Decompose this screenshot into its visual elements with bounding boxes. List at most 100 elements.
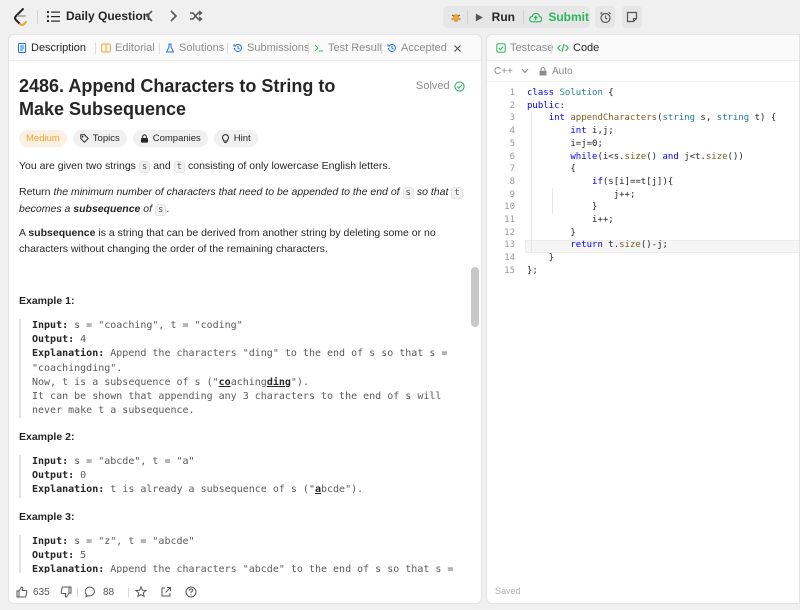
output-label: Output: (32, 550, 75, 562)
history-icon (233, 43, 242, 52)
code-line[interactable]: 1 class Solution { (487, 87, 799, 100)
problem-list-icon[interactable] (47, 10, 60, 23)
explanation-text: Append the characters "ding" to the end … (104, 348, 448, 360)
tab-accepted[interactable]: Accepted (387, 35, 462, 61)
flask-icon (165, 43, 175, 53)
tab-solutions[interactable]: Solutions (165, 35, 224, 61)
language-select[interactable]: C++ (494, 66, 529, 77)
code-line[interactable]: 7 { (487, 163, 799, 176)
auto-mode-toggle[interactable]: Auto (539, 66, 573, 77)
code-line[interactable]: 15}; (487, 265, 799, 278)
run-button[interactable]: Run (475, 6, 515, 28)
debug-button[interactable] (447, 6, 465, 28)
input-label: Input: (32, 320, 69, 331)
scrollbar-thumb[interactable] (471, 267, 479, 327)
help-button[interactable] (185, 584, 197, 600)
editor-toolbar: C++ Auto (487, 62, 799, 82)
right-tab-bar: Testcase Code (487, 35, 799, 61)
saved-status: Saved (495, 586, 521, 596)
solved-status: Solved (416, 80, 465, 92)
divider (381, 43, 382, 54)
play-icon (475, 13, 483, 21)
code-line[interactable]: 9 j++; (487, 189, 799, 202)
input-label: Input: (32, 456, 69, 467)
comment-icon (85, 586, 95, 598)
chevron-down-icon (521, 68, 529, 74)
code-text: while(i<s.size() and j<t.size()) (570, 151, 744, 162)
line-number: 7 (509, 164, 515, 175)
output-label: Output: (32, 334, 75, 346)
favorite-button[interactable] (135, 584, 147, 600)
italic-text: so that (413, 186, 452, 198)
divider (308, 43, 309, 54)
description-footer: 635 88 (9, 580, 481, 603)
explanation-text: never make t a subsequence. (32, 405, 195, 417)
dislike-button[interactable] (60, 584, 72, 600)
code-line[interactable]: 3 int appendCharacters(string s, string … (487, 112, 799, 125)
tab-description[interactable]: Description (17, 35, 86, 61)
tab-editorial[interactable]: Editorial (101, 35, 155, 61)
tab-code[interactable]: Code (557, 35, 599, 61)
chevron-left-icon (145, 10, 153, 22)
example-3-title: Example 3: (19, 511, 75, 523)
tab-test-result[interactable]: Test Result (314, 35, 382, 61)
input-value: s = "z", t = "abcde" (68, 536, 195, 547)
tab-submissions[interactable]: Submissions (233, 35, 309, 61)
like-button[interactable]: 635 (16, 584, 50, 600)
tab-code-label: Code (573, 42, 600, 54)
notes-button[interactable] (622, 6, 642, 28)
companies-chip[interactable]: Companies (132, 130, 208, 147)
hint-chip[interactable]: Hint (213, 130, 258, 147)
tab-testcase[interactable]: Testcase (496, 35, 553, 61)
divider (227, 43, 228, 54)
code-line[interactable]: 4 int i,j; (487, 125, 799, 138)
italic-text: becomes a (19, 202, 74, 215)
code-line[interactable]: 8 if(s[i]==t[j]){ (487, 176, 799, 189)
italic-text: the minimum number of characters that ne… (53, 186, 403, 198)
code-brackets-icon (557, 43, 569, 53)
code-text: int appendCharacters(string s, string t)… (548, 113, 777, 124)
lock-icon (539, 67, 547, 76)
comments-button[interactable]: 88 (85, 584, 114, 600)
share-button[interactable] (160, 584, 172, 600)
tab-description-label: Description (31, 42, 87, 54)
left-tab-bar: Description Editorial Solutions Submissi… (9, 35, 481, 61)
text: A (19, 227, 29, 239)
tab-submissions-label: Submissions (247, 42, 310, 54)
divider (95, 43, 96, 54)
book-icon (101, 43, 111, 53)
close-icon[interactable] (453, 44, 462, 53)
code-line[interactable]: 5 i=j=0; (487, 138, 799, 151)
submit-button[interactable]: Submit (529, 6, 589, 28)
random-problem-button[interactable] (188, 8, 204, 24)
daily-question-label[interactable]: Daily Question (66, 9, 150, 23)
code-text: j++; (527, 189, 636, 200)
hint-label: Hint (233, 133, 251, 144)
prev-problem-button[interactable] (142, 8, 158, 24)
timer-button[interactable] (595, 6, 615, 28)
next-problem-button[interactable] (165, 8, 181, 24)
tab-testcase-label: Testcase (510, 42, 554, 54)
inline-code: s (154, 203, 167, 216)
likes-count: 635 (33, 586, 50, 598)
line-number: 13 (504, 240, 515, 251)
checkbox-icon (496, 43, 506, 53)
line-number: 1 (509, 88, 515, 98)
auto-mode-label: Auto (552, 66, 573, 77)
shuffle-icon (190, 10, 203, 22)
topics-chip[interactable]: Topics (72, 130, 127, 147)
code-line[interactable]: 11 i++; (487, 214, 799, 227)
code-line[interactable]: 6 while(i<s.size() and j<t.size()) (487, 151, 799, 164)
text: and (150, 160, 174, 172)
code-line[interactable]: 10 } (487, 201, 799, 214)
bug-icon (451, 14, 461, 22)
code-text: return t.size()-j; (570, 240, 668, 251)
code-line[interactable]: 12 } (487, 227, 799, 240)
code-line[interactable]: 2 public: (487, 100, 799, 113)
problem-title: 2486. Append Characters to String to Mak… (19, 76, 336, 119)
code-line[interactable]: 14 } (487, 252, 799, 265)
explanation-text: aching (230, 376, 267, 388)
code-line[interactable]: 13 return t.size()-j; (487, 239, 799, 252)
tab-editorial-label: Editorial (115, 42, 155, 54)
leetcode-logo-icon[interactable] (12, 7, 30, 27)
